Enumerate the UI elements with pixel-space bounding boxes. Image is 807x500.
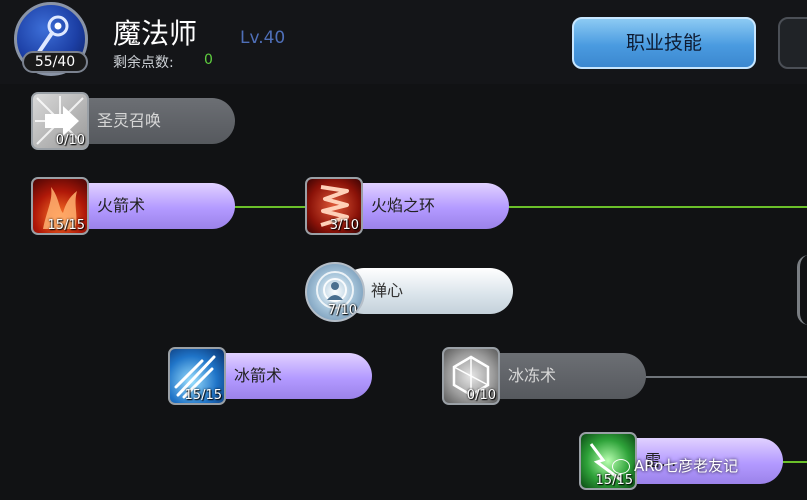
- wechat-icon: [612, 459, 630, 474]
- watermark-text: ARo七彦老友记: [634, 457, 739, 475]
- remaining-points-value: 0: [204, 52, 213, 68]
- skill-name: 冰冻术: [476, 353, 646, 399]
- zen-mind-icon: 7/10: [305, 262, 365, 322]
- skill-level: 15/15: [47, 218, 85, 233]
- ice-arrow-icon: 15/15: [168, 347, 226, 405]
- skill-level: 3/10: [329, 218, 359, 233]
- class-name: 魔法师: [113, 17, 198, 50]
- skill-level: 7/10: [327, 303, 357, 318]
- skill-name: 圣灵召唤: [65, 98, 235, 144]
- fire-arrow-icon: 15/15: [31, 177, 89, 235]
- flame-ring-icon: 3/10: [305, 177, 363, 235]
- skill-node-holy-summon[interactable]: 圣灵召唤 0/10: [31, 92, 236, 152]
- freeze-icon: 0/10: [442, 347, 500, 405]
- watermark: ARo七彦老友记: [612, 455, 738, 476]
- skill-node-zen-mind[interactable]: 禅心 7/10: [305, 262, 515, 324]
- skill-points-counter: 55/40: [22, 51, 88, 73]
- skill-level: 0/10: [55, 133, 85, 148]
- skill-name: 火箭术: [65, 183, 235, 229]
- skill-name: 禅心: [341, 268, 513, 314]
- holy-summon-icon: 0/10: [31, 92, 89, 150]
- secondary-tab-button[interactable]: [778, 17, 807, 69]
- skill-node-flame-ring[interactable]: 火焰之环 3/10: [305, 177, 510, 237]
- connector-line: [780, 461, 807, 463]
- connector-line: [232, 206, 308, 208]
- connector-line: [643, 376, 807, 378]
- job-skills-button[interactable]: 职业技能: [572, 17, 756, 69]
- skill-level: 15/15: [184, 388, 222, 403]
- header-bar: 55/40 魔法师 Lv.40 剩余点数: 0 职业技能: [0, 0, 807, 84]
- skill-name: 冰箭术: [202, 353, 372, 399]
- character-level: Lv.40: [240, 28, 286, 48]
- skill-level: 0/10: [466, 388, 496, 403]
- skill-node-freeze[interactable]: 冰冻术 0/10: [442, 347, 647, 407]
- remaining-points-label: 剩余点数:: [113, 55, 174, 71]
- skill-name: 火焰之环: [339, 183, 509, 229]
- skill-node-fire-arrow[interactable]: 火箭术 15/15: [31, 177, 236, 237]
- skill-tree-branch: [797, 255, 807, 325]
- skill-node-ice-arrow[interactable]: 冰箭术 15/15: [168, 347, 373, 407]
- connector-line: [507, 206, 807, 208]
